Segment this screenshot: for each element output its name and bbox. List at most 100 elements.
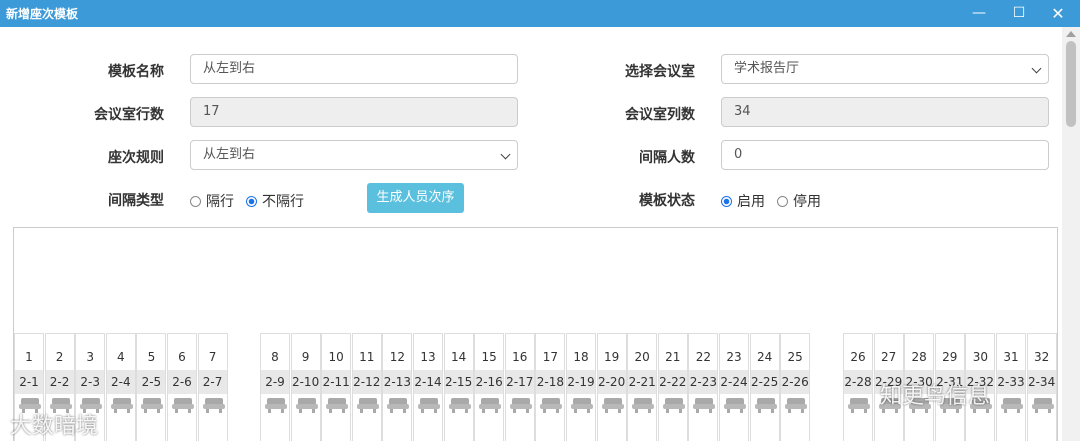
room-select[interactable]: 学术报告厅 (721, 54, 1049, 84)
seat-tag: 2-6 (168, 370, 196, 394)
seat[interactable]: 9 2-10 (290, 333, 321, 441)
radio-circle[interactable] (190, 195, 201, 207)
seat[interactable]: 32 2-34 (1026, 333, 1057, 441)
maximize-button[interactable]: ☐ (1004, 0, 1034, 27)
radio-circle[interactable] (777, 195, 788, 207)
seat[interactable]: 29 2-31 (934, 333, 965, 441)
seat[interactable]: 31 2-33 (996, 333, 1026, 441)
seat-number: 11 (359, 350, 375, 364)
seat[interactable]: 15 2-16 (474, 333, 505, 441)
template-status-label: 模板状态 (639, 193, 695, 209)
seat-tag: 2-17 (505, 370, 534, 394)
seat-tag: 2-33 (997, 370, 1025, 394)
seat-number: 14 (450, 350, 467, 364)
seat-rule-label: 座次规则 (108, 150, 164, 166)
chair-icon (785, 398, 808, 413)
close-button[interactable]: ✕ (1043, 0, 1073, 27)
seat[interactable]: 10 2-11 (321, 333, 352, 441)
scrollbar[interactable] (1062, 27, 1080, 441)
seat-tag: 2-13 (383, 370, 412, 394)
seat-number: 4 (116, 350, 125, 364)
seat-number: 30 (972, 350, 989, 364)
chair-icon (172, 398, 194, 413)
seat-tag: 2-9 (261, 370, 289, 394)
cols-label: 会议室列数 (625, 107, 695, 123)
scroll-thumb[interactable] (1066, 41, 1076, 127)
seat[interactable]: 11 2-12 (351, 333, 382, 441)
scroll-up-arrow-icon[interactable] (1066, 31, 1076, 37)
seat-tag: 2-10 (291, 370, 320, 394)
seat[interactable]: 27 2-29 (873, 333, 904, 441)
seat-number: 23 (726, 350, 742, 364)
seat[interactable]: 20 2-21 (627, 333, 658, 441)
chair-icon (356, 398, 379, 413)
seat[interactable]: 22 2-23 (688, 333, 719, 441)
chair-icon (571, 398, 593, 413)
radio-circle-selected[interactable] (246, 195, 257, 207)
chair-icon (878, 398, 901, 413)
seat-rule-select[interactable]: 从左到右 (190, 140, 518, 170)
generate-order-button[interactable]: 生成人员次序 (367, 183, 464, 213)
seat[interactable]: 4 2-4 (105, 333, 136, 441)
seat[interactable]: 26 2-28 (843, 333, 873, 441)
chair-icon (601, 398, 624, 413)
seat-number: 12 (389, 350, 406, 364)
seat-tag: 2-26 (781, 370, 810, 394)
seat[interactable]: 25 2-26 (780, 333, 811, 441)
chair-icon (909, 398, 932, 413)
seat[interactable]: 14 2-15 (443, 333, 474, 441)
seat-number: 19 (603, 350, 620, 364)
seat[interactable]: 3 2-3 (75, 333, 106, 441)
seat-tag: 2-2 (45, 370, 74, 394)
seat-number: 20 (634, 350, 650, 364)
radio-label: 不隔行 (262, 194, 304, 210)
seat[interactable]: 8 2-9 (260, 333, 290, 441)
seat-number: 15 (481, 350, 497, 364)
template-name-input[interactable]: 从左到右 (190, 54, 518, 84)
seat-number: 6 (178, 350, 186, 364)
seat[interactable]: 16 2-17 (504, 333, 535, 441)
seat[interactable]: 5 2-5 (136, 333, 167, 441)
seat-number: 2 (55, 350, 64, 364)
seat[interactable]: 23 2-24 (719, 333, 749, 441)
seat-number: 17 (542, 350, 559, 364)
seat[interactable]: 12 2-13 (382, 333, 413, 441)
radio-enabled[interactable]: 启用 (721, 191, 765, 211)
seat-tag: 2-18 (536, 370, 565, 394)
seat-number: 29 (942, 350, 958, 364)
seat[interactable]: 28 2-30 (904, 333, 935, 441)
seat[interactable]: 7 2-7 (197, 333, 228, 441)
radio-disabled[interactable]: 停用 (777, 191, 821, 211)
seat-number: 22 (695, 350, 712, 364)
seat-number: 31 (1003, 350, 1019, 364)
radio-label: 停用 (793, 194, 821, 210)
minimize-button[interactable]: — (964, 0, 994, 27)
chair-icon (80, 398, 103, 413)
chair-icon (632, 398, 655, 413)
radio-skip-row[interactable]: 隔行 (190, 191, 234, 211)
seat-map: 1 2-1 2 2-2 3 2-3 4 2-4 5 2-5 6 2-6 7 2-7 8 2-9 9 2-10 10 2… (13, 227, 1058, 441)
seat[interactable]: 2 2-2 (44, 333, 75, 441)
radio-no-skip-row[interactable]: 不隔行 (246, 191, 304, 211)
seat[interactable]: 21 2-22 (657, 333, 688, 441)
seat[interactable]: 13 2-14 (413, 333, 443, 441)
chair-icon (1001, 398, 1023, 413)
seat[interactable]: 18 2-19 (566, 333, 596, 441)
seat[interactable]: 1 2-1 (14, 333, 44, 441)
seat-tag: 2-22 (658, 370, 687, 394)
seat[interactable]: 19 2-20 (596, 333, 627, 441)
seat-tag: 2-5 (137, 370, 166, 394)
room-select-label: 选择会议室 (625, 64, 695, 80)
seat[interactable]: 24 2-25 (749, 333, 780, 441)
chair-icon (265, 398, 287, 413)
seat[interactable]: 30 2-32 (965, 333, 996, 441)
seat[interactable]: 17 2-18 (535, 333, 566, 441)
seat-tag: 2-31 (935, 370, 964, 394)
chair-icon (110, 398, 133, 413)
radio-circle-selected[interactable] (721, 195, 732, 207)
chair-icon (19, 398, 41, 413)
seat[interactable]: 6 2-6 (167, 333, 197, 441)
seat-number: 21 (665, 350, 681, 364)
seat-tag: 2-11 (322, 370, 351, 394)
interval-count-input[interactable]: 0 (721, 140, 1049, 170)
